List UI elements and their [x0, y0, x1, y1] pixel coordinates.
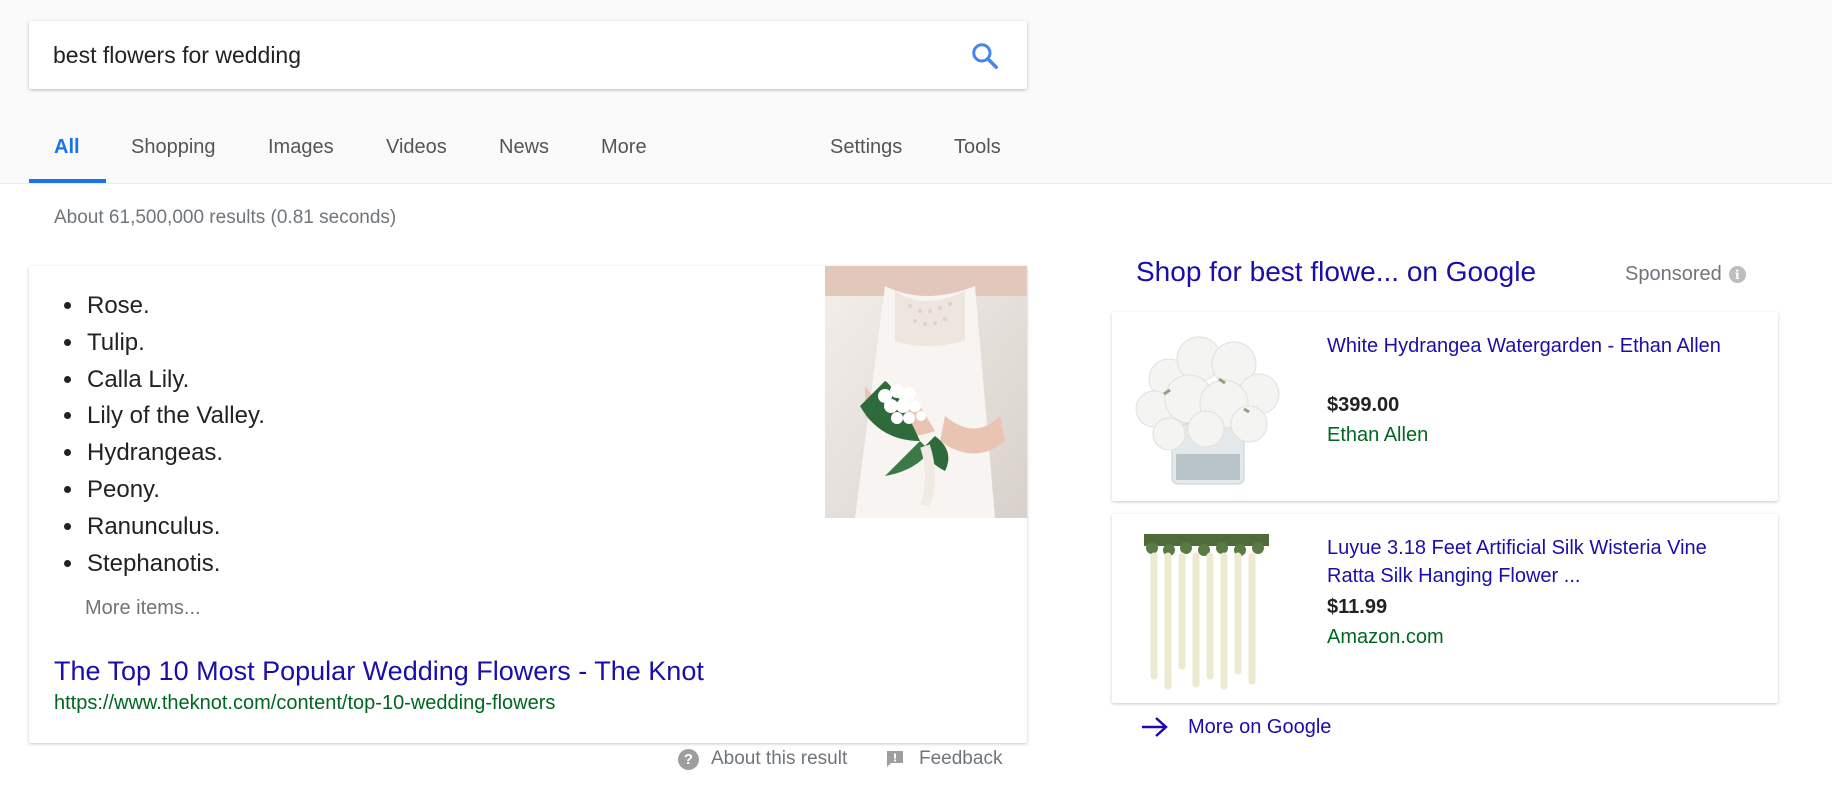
product-title[interactable]: Luyue 3.18 Feet Artificial Silk Wisteria… — [1327, 534, 1757, 590]
sponsored-label: Sponsored — [1625, 263, 1722, 285]
product-store: Amazon.com — [1327, 626, 1444, 648]
feedback-icon — [887, 751, 903, 767]
list-item: Lily of the Valley. — [85, 398, 265, 435]
product-card[interactable]: Luyue 3.18 Feet Artificial Silk Wisteria… — [1112, 514, 1778, 703]
snippet-result-url: https://www.theknot.com/content/top-10-w… — [54, 692, 556, 714]
shopping-title-link[interactable]: Shop for best flowe... on Google — [1136, 256, 1536, 288]
list-item: Peony. — [85, 472, 265, 509]
list-item: Rose. — [85, 288, 265, 325]
hydrangea-product-image — [1124, 324, 1289, 489]
snippet-list: Rose. Tulip. Calla Lily. Lily of the Val… — [59, 288, 265, 582]
list-item: Calla Lily. — [85, 362, 265, 399]
sponsored-badge: Sponsored i — [1625, 263, 1746, 286]
product-price: $11.99 — [1327, 596, 1388, 618]
list-item: Tulip. — [85, 325, 265, 362]
feedback-label: Feedback — [919, 748, 1003, 769]
help-icon: ? — [678, 748, 699, 770]
list-item: Stephanotis. — [85, 546, 265, 583]
snippet-result-link[interactable]: The Top 10 Most Popular Wedding Flowers … — [54, 656, 704, 687]
about-label: About this result — [711, 748, 848, 769]
wisteria-product-image — [1124, 526, 1289, 691]
product-price: $399.00 — [1327, 394, 1400, 416]
tab-news[interactable]: News — [499, 130, 549, 183]
info-icon[interactable]: i — [1728, 266, 1746, 283]
tab-settings[interactable]: Settings — [830, 130, 902, 183]
feedback-button[interactable]: Feedback — [885, 748, 1002, 770]
tab-images[interactable]: Images — [268, 130, 334, 183]
arrow-right-icon — [1142, 717, 1168, 737]
featured-snippet-card: Rose. Tulip. Calla Lily. Lily of the Val… — [29, 266, 1027, 743]
more-items-link[interactable]: More items... — [85, 597, 201, 620]
bride-bouquet-image[interactable] — [825, 266, 1027, 518]
product-title[interactable]: White Hydrangea Watergarden - Ethan Alle… — [1327, 332, 1757, 360]
product-card[interactable]: White Hydrangea Watergarden - Ethan Alle… — [1112, 312, 1778, 501]
tab-videos[interactable]: Videos — [386, 130, 447, 183]
results-stats: About 61,500,000 results (0.81 seconds) — [54, 207, 397, 228]
search-box — [29, 21, 1027, 89]
tab-all[interactable]: All — [29, 130, 106, 183]
more-on-google-label: More on Google — [1188, 715, 1332, 738]
search-button[interactable] — [967, 38, 1003, 74]
tab-tools[interactable]: Tools — [954, 130, 1001, 183]
tab-more[interactable]: More — [601, 130, 647, 183]
search-input[interactable] — [53, 39, 933, 71]
search-icon — [972, 43, 998, 69]
product-store: Ethan Allen — [1327, 424, 1429, 446]
tab-shopping[interactable]: Shopping — [131, 130, 216, 183]
list-item: Ranunculus. — [85, 509, 265, 546]
more-on-google-link[interactable]: More on Google — [1140, 715, 1331, 739]
list-item: Hydrangeas. — [85, 435, 265, 472]
about-this-result[interactable]: ? About this result — [678, 748, 847, 770]
